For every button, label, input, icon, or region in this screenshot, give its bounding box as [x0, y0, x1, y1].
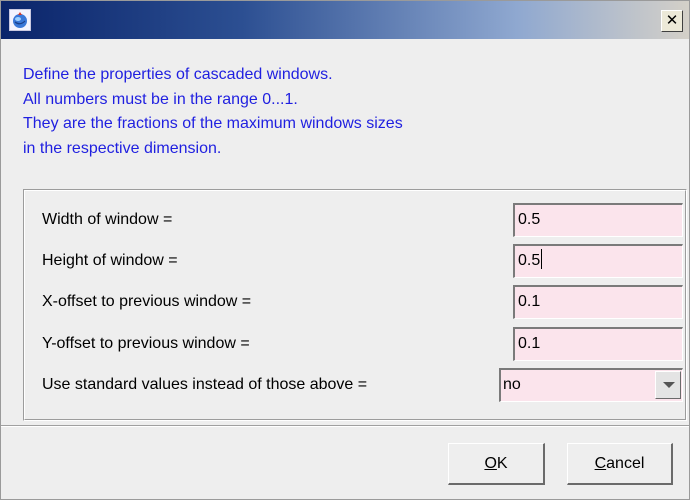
width-label: Width of window = — [42, 211, 173, 228]
title-bar[interactable]: ✕ — [1, 1, 689, 39]
height-input[interactable]: 0.5 — [513, 244, 683, 278]
cancel-button[interactable]: Cancel — [567, 443, 673, 485]
info-text: Define the properties of cascaded window… — [23, 63, 403, 161]
width-input[interactable]: 0.5 — [513, 203, 683, 237]
properties-panel: Width of window = 0.5 Height of window =… — [23, 189, 687, 421]
x-offset-row: X-offset to previous window = 0.1 — [25, 283, 687, 321]
ok-button[interactable]: OK — [448, 443, 545, 485]
info-line: They are the fractions of the maximum wi… — [23, 115, 403, 133]
divider — [1, 425, 689, 427]
standard-values-value: no — [503, 376, 521, 393]
ok-label-rest: K — [496, 455, 508, 472]
ok-mnemonic: O — [484, 455, 497, 472]
standard-values-label: Use standard values instead of those abo… — [42, 376, 368, 393]
width-row: Width of window = 0.5 — [25, 201, 687, 239]
y-offset-row: Y-offset to previous window = 0.1 — [25, 325, 687, 363]
y-offset-label: Y-offset to previous window = — [42, 335, 250, 352]
info-line: Define the properties of cascaded window… — [23, 66, 333, 83]
info-line: in the respective dimension. — [23, 139, 222, 157]
properties-panel-inner: Width of window = 0.5 Height of window =… — [24, 190, 686, 420]
y-offset-input[interactable]: 0.1 — [513, 327, 683, 361]
close-button[interactable]: ✕ — [661, 10, 683, 32]
cancel-mnemonic: C — [594, 455, 607, 472]
height-row: Height of window = 0.5 — [25, 242, 687, 280]
standard-values-select[interactable]: no — [499, 368, 683, 402]
app-globe-icon — [9, 9, 31, 31]
close-icon: ✕ — [665, 11, 679, 29]
chevron-down-icon[interactable] — [655, 371, 681, 399]
height-label: Height of window = — [42, 252, 178, 269]
x-offset-label: X-offset to previous window = — [42, 293, 252, 310]
cancel-label-rest: ancel — [606, 455, 645, 472]
dialog-window: ✕ Define the properties of cascaded wind… — [0, 0, 690, 500]
x-offset-input[interactable]: 0.1 — [513, 285, 683, 319]
standard-values-row: Use standard values instead of those abo… — [25, 366, 687, 404]
info-line: All numbers must be in the range 0...1. — [23, 90, 298, 108]
